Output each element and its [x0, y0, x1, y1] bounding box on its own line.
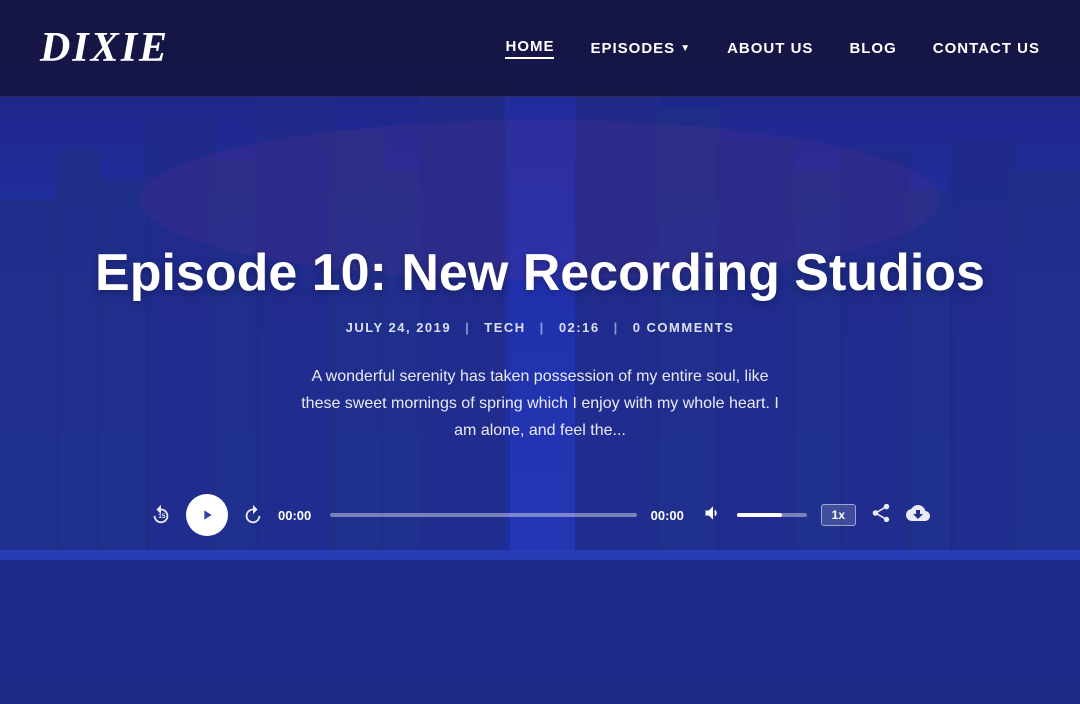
volume-fill: [737, 513, 783, 517]
volume-slider[interactable]: [737, 513, 807, 517]
progress-bar[interactable]: [330, 513, 637, 517]
share-button[interactable]: [870, 502, 892, 529]
episode-meta: JULY 24, 2019 | TECH | 02:16 | 0 COMMENT…: [346, 320, 735, 335]
dropdown-arrow-icon: ▼: [680, 43, 691, 54]
rewind-icon: 15: [150, 504, 172, 526]
speed-button[interactable]: 1x: [821, 504, 856, 526]
svg-text:15: 15: [158, 513, 166, 520]
hero-content: Episode 10: New Recording Studios JULY 2…: [0, 97, 1080, 704]
meta-comments: 0 COMMENTS: [633, 320, 735, 335]
site-logo[interactable]: Dixie: [40, 24, 169, 72]
nav-home[interactable]: HOME: [505, 38, 554, 59]
header: Dixie HOME EPISODES ▼ ABOUT US BLOG CONT…: [0, 0, 1080, 97]
play-button[interactable]: [186, 494, 228, 536]
meta-sep-3: |: [614, 320, 619, 335]
meta-duration: 02:16: [559, 320, 600, 335]
play-icon: [199, 507, 215, 523]
meta-category: TECH: [484, 320, 525, 335]
total-time: 00:00: [651, 508, 689, 523]
episode-title: Episode 10: New Recording Studios: [95, 245, 985, 302]
rewind-button[interactable]: 15: [150, 504, 172, 526]
download-button[interactable]: [906, 501, 930, 530]
episode-description: A wonderful serenity has taken possessio…: [290, 363, 790, 445]
main-nav: HOME EPISODES ▼ ABOUT US BLOG CONTACT US: [505, 38, 1040, 59]
meta-date: JULY 24, 2019: [346, 320, 452, 335]
nav-about[interactable]: ABOUT US: [727, 40, 813, 57]
nav-episodes[interactable]: EPISODES ▼: [590, 40, 691, 57]
volume-icon[interactable]: [703, 503, 723, 528]
forward-button[interactable]: [242, 504, 264, 526]
audio-player: 15 00:00 00:00: [130, 494, 950, 536]
meta-sep-1: |: [465, 320, 470, 335]
current-time: 00:00: [278, 508, 316, 523]
nav-contact[interactable]: CONTACT US: [933, 40, 1040, 57]
meta-sep-2: |: [540, 320, 545, 335]
nav-blog[interactable]: BLOG: [849, 40, 896, 57]
forward-icon: [242, 504, 264, 526]
